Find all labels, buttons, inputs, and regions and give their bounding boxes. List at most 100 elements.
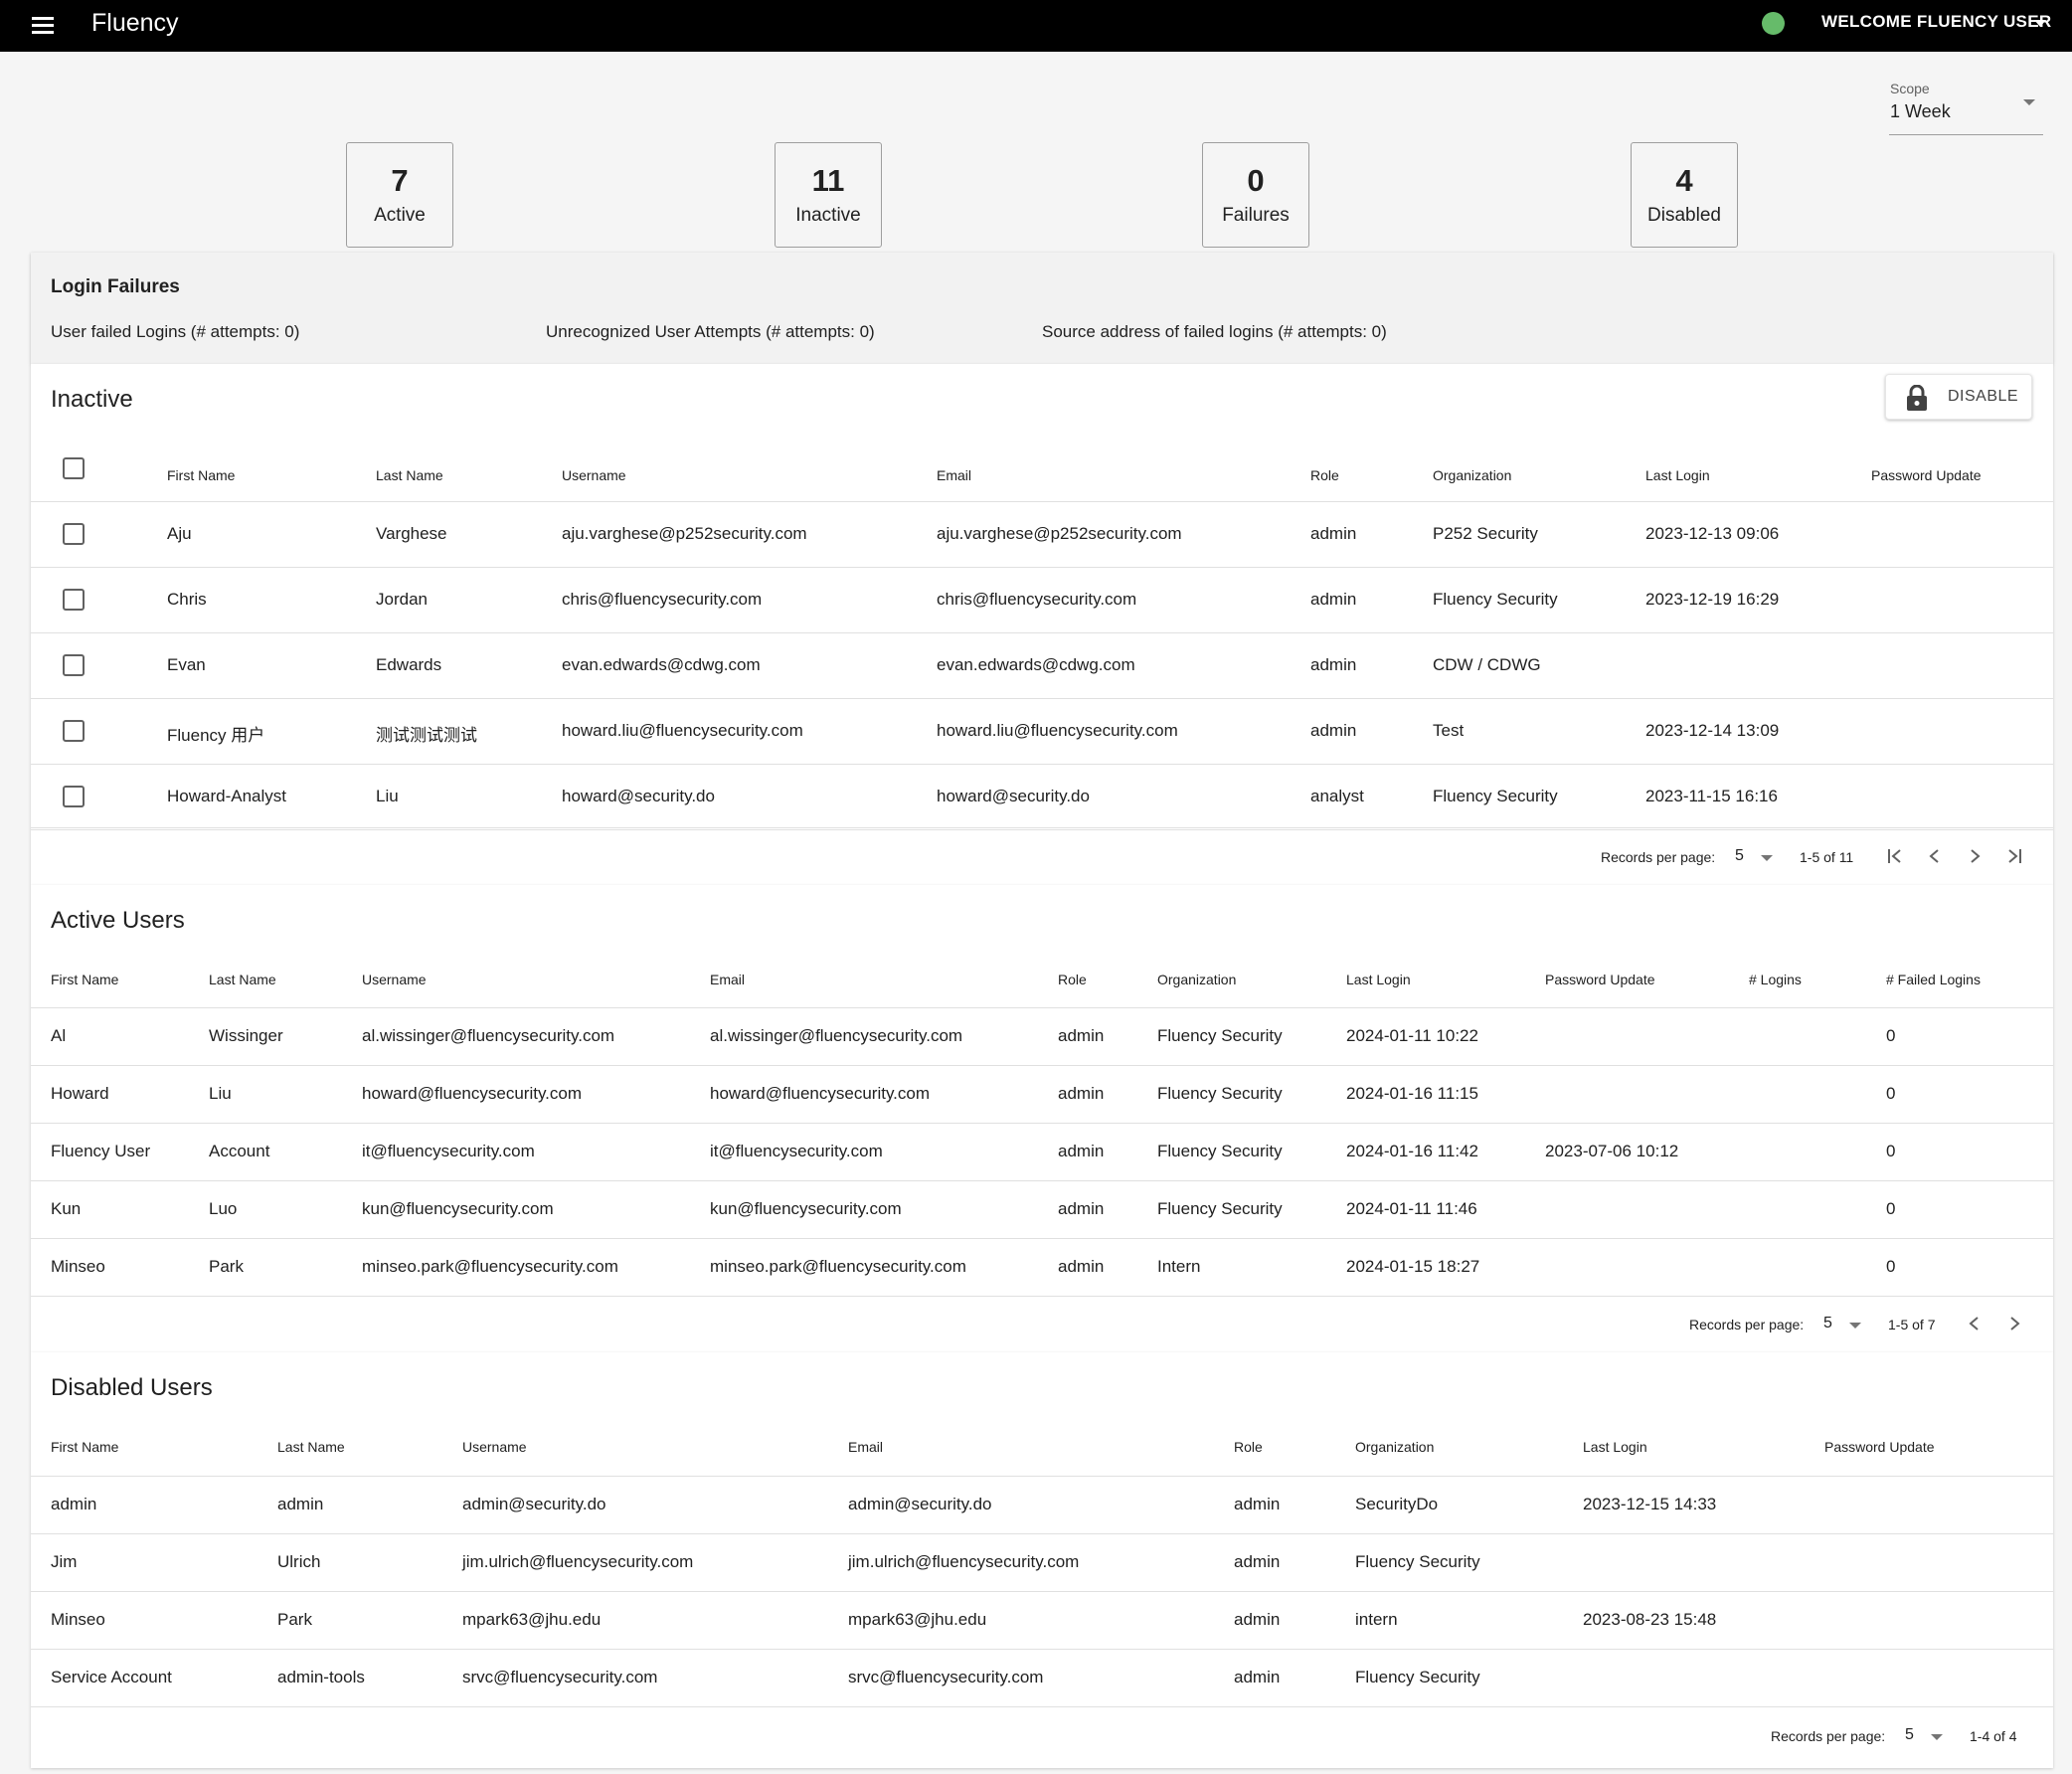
cell-last-name: Account: [209, 1142, 270, 1160]
column-header-password-update[interactable]: Password Update: [1545, 972, 1655, 987]
cell-first-name: Howard: [51, 1084, 109, 1103]
cell-role: admin: [1058, 1084, 1105, 1103]
cell-last-name: Park: [277, 1610, 312, 1629]
cell-organization: SecurityDo: [1355, 1495, 1439, 1513]
cell-last-login: 2023-08-23 15:48: [1583, 1610, 1717, 1629]
caret-down-icon[interactable]: [1849, 1323, 1861, 1329]
column-header-username[interactable]: Username: [362, 972, 427, 987]
column-header-password-update[interactable]: Password Update: [1824, 1439, 1935, 1455]
row-checkbox[interactable]: [63, 786, 85, 807]
cell-last-name: 测试测试测试: [376, 726, 477, 745]
column-header-email[interactable]: Email: [710, 972, 745, 987]
column-header-role[interactable]: Role: [1234, 1439, 1263, 1455]
caret-down-icon[interactable]: [1931, 1734, 1943, 1740]
cell-first-name: Minseo: [51, 1257, 105, 1276]
cell-num-failed-logins: 0: [1886, 1084, 1896, 1103]
scope-select[interactable]: Scope 1 Week: [1889, 78, 2043, 135]
table-row[interactable]: [31, 1591, 2053, 1649]
inactive-title: Inactive: [51, 386, 133, 413]
cell-organization: intern: [1355, 1610, 1398, 1629]
cell-last-login: 2024-01-16 11:15: [1346, 1084, 1478, 1103]
column-header-num-failed-logins[interactable]: # Failed Logins: [1886, 972, 1981, 987]
caret-down-icon[interactable]: [2023, 99, 2035, 105]
column-header-email[interactable]: Email: [848, 1439, 883, 1455]
row-checkbox[interactable]: [63, 720, 85, 742]
caret-down-icon[interactable]: [2034, 20, 2046, 27]
stat-value: 0: [1247, 163, 1265, 198]
cell-organization: Fluency Security: [1433, 787, 1558, 805]
first-page-icon[interactable]: [1884, 845, 1906, 867]
table-row[interactable]: [31, 1238, 2053, 1296]
column-header-last-login[interactable]: Last Login: [1645, 467, 1710, 483]
column-header-role[interactable]: Role: [1058, 972, 1087, 987]
select-all-checkbox[interactable]: [63, 457, 85, 479]
chevron-left-icon[interactable]: [1924, 845, 1946, 867]
cell-first-name: Minseo: [51, 1610, 105, 1629]
column-header-organization[interactable]: Organization: [1433, 467, 1511, 483]
column-header-last-login[interactable]: Last Login: [1583, 1439, 1647, 1455]
column-header-organization[interactable]: Organization: [1355, 1439, 1434, 1455]
column-header-username[interactable]: Username: [562, 467, 626, 483]
active-users-card: Active Users First Name Last Name Username…: [31, 885, 2053, 1352]
column-header-username[interactable]: Username: [462, 1439, 527, 1455]
column-header-last-login[interactable]: Last Login: [1346, 972, 1411, 987]
login-failures-title: Login Failures: [51, 276, 180, 297]
table-row[interactable]: [31, 1180, 2053, 1238]
scope-value[interactable]: 1 Week: [1890, 101, 1951, 122]
cell-email: evan.edwards@cdwg.com: [937, 655, 1135, 674]
column-header-last-name[interactable]: Last Name: [277, 1439, 345, 1455]
chevron-left-icon[interactable]: [1964, 1313, 1986, 1334]
last-page-icon[interactable]: [2003, 845, 2025, 867]
cell-num-failed-logins: 0: [1886, 1026, 1896, 1045]
table-row[interactable]: [31, 1007, 2053, 1065]
chevron-right-icon[interactable]: [2003, 1313, 2025, 1334]
column-header-email[interactable]: Email: [937, 467, 971, 483]
table-row[interactable]: [31, 1065, 2053, 1123]
column-header-organization[interactable]: Organization: [1157, 972, 1236, 987]
column-header-last-name[interactable]: Last Name: [376, 467, 443, 483]
cell-last-name: admin: [277, 1495, 324, 1513]
stat-label: Failures: [1222, 205, 1290, 226]
row-divider: [31, 1706, 2053, 1707]
cell-username: howard@security.do: [562, 787, 715, 805]
column-header-first-name[interactable]: First Name: [51, 1439, 118, 1455]
menu-button[interactable]: [30, 12, 58, 40]
hamburger-icon: [32, 17, 54, 20]
disable-button[interactable]: DISABLE: [1885, 374, 2032, 420]
row-checkbox[interactable]: [63, 523, 85, 545]
cell-first-name: Service Account: [51, 1668, 172, 1686]
column-header-first-name[interactable]: First Name: [167, 467, 235, 483]
cell-organization: Fluency Security: [1157, 1026, 1283, 1045]
failed-logins-item[interactable]: User failed Logins (# attempts: 0): [51, 322, 299, 342]
user-menu-button[interactable]: WELCOME FLUENCY USER: [1821, 12, 2051, 32]
caret-down-icon[interactable]: [1761, 855, 1773, 861]
page-range: 1-5 of 11: [1800, 849, 1854, 865]
unrecognized-attempts-item[interactable]: Unrecognized User Attempts (# attempts: …: [546, 322, 875, 342]
column-header-role[interactable]: Role: [1310, 467, 1339, 483]
column-header-first-name[interactable]: First Name: [51, 972, 118, 987]
cell-email: it@fluencysecurity.com: [710, 1142, 883, 1160]
cell-organization: Fluency Security: [1355, 1668, 1480, 1686]
cell-role: admin: [1234, 1610, 1281, 1629]
stat-disabled: 4 Disabled: [1631, 142, 1738, 248]
row-checkbox[interactable]: [63, 654, 85, 676]
cell-username: jim.ulrich@fluencysecurity.com: [462, 1552, 694, 1571]
column-header-last-name[interactable]: Last Name: [209, 972, 276, 987]
cell-username: minseo.park@fluencysecurity.com: [362, 1257, 618, 1276]
cell-role: analyst: [1310, 787, 1364, 805]
records-per-page-label: Records per page:: [1689, 1317, 1805, 1332]
table-row[interactable]: [31, 1476, 2053, 1533]
column-header-num-logins[interactable]: # Logins: [1749, 972, 1802, 987]
column-header-password-update[interactable]: Password Update: [1871, 467, 1982, 483]
cell-organization: Test: [1433, 721, 1465, 740]
table-row[interactable]: [31, 1123, 2053, 1180]
cell-username: admin@security.do: [462, 1495, 606, 1513]
cell-role: admin: [1234, 1495, 1281, 1513]
cell-last-login: 2023-11-15 16:16: [1645, 787, 1778, 805]
chevron-right-icon[interactable]: [1964, 845, 1986, 867]
source-address-item[interactable]: Source address of failed logins (# attem…: [1042, 322, 1387, 342]
row-checkbox[interactable]: [63, 589, 85, 611]
stat-value: 4: [1675, 163, 1693, 198]
stat-label: Active: [374, 205, 426, 226]
cell-organization: Fluency Security: [1157, 1142, 1283, 1160]
